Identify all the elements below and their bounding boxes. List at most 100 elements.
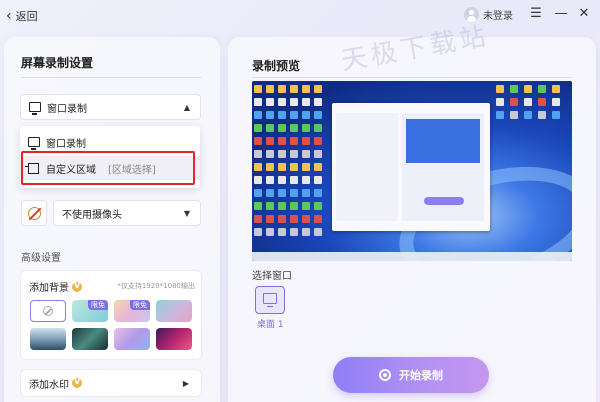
desktop-icon [314, 215, 322, 223]
desktop-icon [290, 98, 298, 106]
camera-off-icon[interactable] [21, 200, 47, 226]
desktop-icon [496, 98, 504, 106]
close-icon[interactable]: ✕ [576, 6, 592, 22]
advanced-title: 高级设置 [21, 253, 61, 264]
desktop-icon [278, 85, 286, 93]
desktop-icon [302, 202, 310, 210]
desktop-icon [496, 111, 504, 119]
desktop-icon [302, 228, 310, 236]
desktop-icon [278, 111, 286, 119]
option-label: 窗口录制 [46, 138, 86, 150]
desktop-icon [302, 150, 310, 158]
record-mode-value: 窗口录制 [47, 103, 87, 115]
option-label: 自定义区域 [46, 164, 96, 176]
desktop-icon [278, 98, 286, 106]
monitor-icon [28, 137, 40, 150]
desktop-icon [314, 124, 322, 132]
user-login[interactable]: 未登录 [464, 7, 513, 22]
option-hint: [区域选择] [108, 164, 156, 176]
desktop-1-label: 桌面 1 [257, 320, 284, 330]
free-tag: 限免 [130, 300, 150, 310]
desktop-icon [302, 124, 310, 132]
background-thumb[interactable]: 限免 [72, 300, 108, 322]
desktop-icon [254, 124, 262, 132]
option-window-record[interactable]: 窗口录制 [20, 130, 200, 154]
background-none-thumb[interactable] [30, 300, 66, 322]
desktop-icon [302, 215, 310, 223]
desktop-icon [278, 215, 286, 223]
desktop-icon [254, 98, 262, 106]
desktop-icon [314, 137, 322, 145]
add-watermark-row[interactable]: 添加水印 ▶ [20, 369, 202, 397]
desktop-icon [278, 124, 286, 132]
desktop-icon [302, 111, 310, 119]
desktop-icon [266, 150, 274, 158]
desktop-icon [524, 111, 532, 119]
desktop-icon [266, 202, 274, 210]
desktop-icon [290, 111, 298, 119]
desktop-icon [510, 111, 518, 119]
desktop-icon [290, 124, 298, 132]
desktop-icon [266, 176, 274, 184]
desktop-icon [302, 98, 310, 106]
free-tag: 限免 [88, 300, 108, 310]
background-thumb[interactable] [72, 328, 108, 350]
choose-window-label: 选择窗口 [252, 271, 292, 282]
background-thumb[interactable] [156, 328, 192, 350]
desktop-icon [302, 85, 310, 93]
record-mode-dropdown[interactable]: 窗口录制 ▲ [20, 94, 201, 120]
vip-icon [72, 281, 82, 292]
desktop-icon [314, 85, 322, 93]
desktop-icon [254, 215, 262, 223]
start-record-button[interactable]: 开始录制 [333, 357, 489, 393]
background-title: 添加背景 [29, 283, 69, 294]
desktop-icon [538, 111, 546, 119]
background-thumb[interactable] [30, 328, 66, 350]
desktop-icon [266, 163, 274, 171]
background-thumb[interactable] [156, 300, 192, 322]
settings-title: 屏幕录制设置 [21, 56, 94, 70]
menu-icon[interactable]: ☰ [528, 6, 544, 22]
desktop-icon [524, 85, 532, 93]
back-label: 返回 [15, 10, 38, 23]
desktop-icon [278, 137, 286, 145]
desktop-icon [266, 215, 274, 223]
desktop-icon [266, 111, 274, 119]
desktop-icon [552, 111, 560, 119]
preview-divider [252, 77, 572, 78]
desktop-icon [290, 176, 298, 184]
camera-dropdown[interactable]: 不使用摄像头 ▼ [53, 200, 201, 226]
desktop-icon [314, 163, 322, 171]
desktop-icon [314, 150, 322, 158]
background-section: 添加背景 *仅支持1920*1080输出 限免 限免 [20, 270, 202, 360]
desktop-icon [552, 98, 560, 106]
top-bar: ‹ 返回 未登录 ☰ — ✕ [0, 0, 600, 32]
desktop-icon [266, 98, 274, 106]
avatar-icon [464, 7, 479, 22]
option-custom-area[interactable]: 自定义区域 [区域选择] [20, 156, 200, 180]
ban-icon [43, 306, 53, 316]
desktop-icon [254, 228, 262, 236]
desktop-icon [266, 124, 274, 132]
desktop-icon [314, 176, 322, 184]
caret-right-icon: ▶ [182, 378, 189, 388]
desktop-icon [510, 98, 518, 106]
desktop-icon [254, 85, 262, 93]
desktop-icon [290, 163, 298, 171]
background-thumb[interactable] [114, 328, 150, 350]
minimize-icon[interactable]: — [553, 6, 569, 22]
desktop-icon [314, 98, 322, 106]
vip-icon [72, 377, 82, 388]
desktop-1-tile[interactable] [255, 286, 285, 314]
monitor-icon [29, 102, 41, 115]
record-mode-menu: 窗口录制 自定义区域 [区域选择] [20, 126, 200, 188]
desktop-icon [290, 137, 298, 145]
camera-value: 不使用摄像头 [62, 209, 122, 221]
background-thumb[interactable]: 限免 [114, 300, 150, 322]
preview-app-window [332, 103, 490, 231]
settings-divider [21, 77, 201, 78]
desktop-icon [552, 85, 560, 93]
desktop-icon [314, 228, 322, 236]
back-button[interactable]: ‹ 返回 [6, 8, 38, 24]
preview-title: 录制预览 [252, 59, 301, 73]
